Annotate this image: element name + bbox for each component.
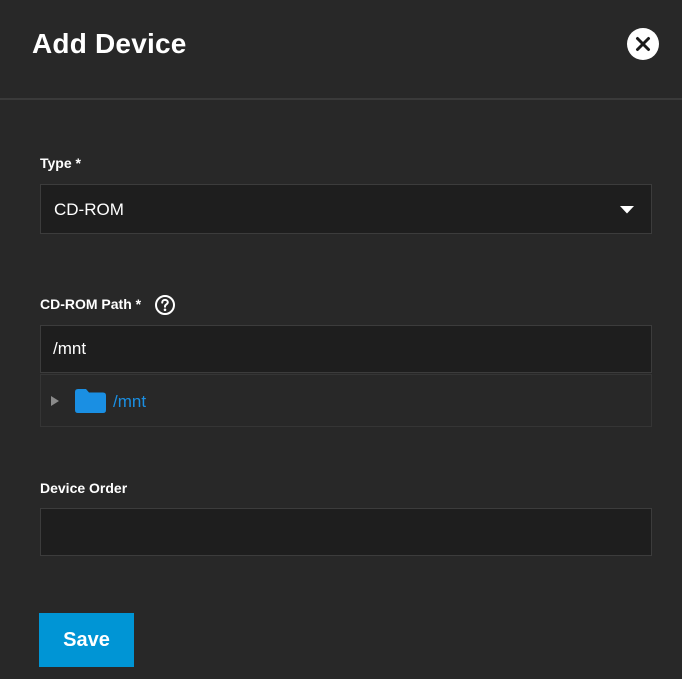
type-select[interactable]: CD-ROM <box>40 184 652 234</box>
close-button[interactable] <box>627 28 659 60</box>
device-order-label: Device Order <box>40 480 128 496</box>
type-selected-value: CD-ROM <box>54 200 124 219</box>
device-order-input[interactable] <box>40 508 652 556</box>
cdrom-path-input[interactable] <box>40 325 652 373</box>
dialog-header: Add Device <box>0 0 682 100</box>
save-button[interactable]: Save <box>39 613 134 667</box>
chevron-down-icon <box>620 206 634 214</box>
cdrom-path-label: CD-ROM Path * <box>40 296 142 312</box>
add-device-dialog: Add Device Type * CD-ROM CD-ROM Path * /… <box>0 0 682 679</box>
type-label: Type * <box>40 155 81 171</box>
folder-icon <box>75 389 106 413</box>
close-icon <box>636 37 650 51</box>
tree-item-mnt[interactable]: /mnt <box>113 392 146 412</box>
help-circle-icon[interactable] <box>154 294 176 316</box>
triangle-right-icon[interactable] <box>50 395 60 407</box>
file-tree: /mnt <box>40 374 652 427</box>
dialog-title: Add Device <box>32 28 187 59</box>
